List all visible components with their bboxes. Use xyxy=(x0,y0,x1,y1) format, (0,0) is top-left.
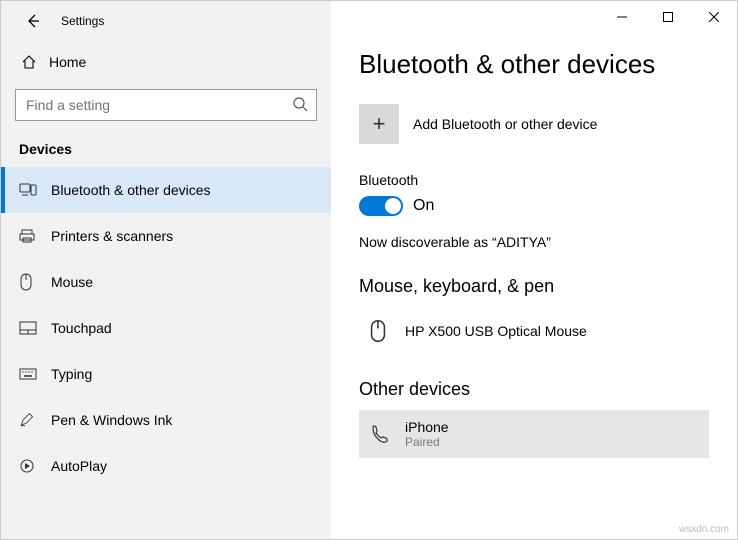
maximize-icon xyxy=(663,12,673,22)
discoverable-text: Now discoverable as “ADITYA” xyxy=(359,234,709,250)
sidebar-item-printers[interactable]: Printers & scanners xyxy=(1,213,331,259)
home-label: Home xyxy=(49,54,86,70)
search-icon xyxy=(291,95,309,113)
device-name: iPhone xyxy=(405,419,449,435)
search-input[interactable] xyxy=(15,89,317,121)
titlebar: Settings xyxy=(1,1,331,41)
content-pane: Bluetooth & other devices + Add Bluetoot… xyxy=(331,1,737,539)
add-device-label: Add Bluetooth or other device xyxy=(413,116,597,132)
toggle-state-label: On xyxy=(413,197,434,215)
sidebar: Settings Home Devices Bluetooth & other … xyxy=(1,1,331,539)
sidebar-item-autoplay[interactable]: AutoPlay xyxy=(1,443,331,489)
phone-icon xyxy=(369,423,405,445)
arrow-left-icon xyxy=(25,13,41,29)
maximize-button[interactable] xyxy=(645,1,691,33)
close-icon xyxy=(709,12,719,22)
minimize-icon xyxy=(617,12,627,22)
printer-icon xyxy=(19,228,51,244)
devices-icon xyxy=(19,183,51,197)
bluetooth-label: Bluetooth xyxy=(359,172,709,188)
back-button[interactable] xyxy=(17,13,49,29)
autoplay-icon xyxy=(19,458,51,474)
other-section-title: Other devices xyxy=(359,379,709,400)
sidebar-section-title: Devices xyxy=(1,133,331,167)
sidebar-item-bluetooth[interactable]: Bluetooth & other devices xyxy=(1,167,331,213)
device-row-mouse[interactable]: HP X500 USB Optical Mouse xyxy=(359,307,709,355)
window-title: Settings xyxy=(49,14,104,28)
touchpad-icon xyxy=(19,321,51,335)
device-status: Paired xyxy=(405,435,449,449)
home-nav[interactable]: Home xyxy=(1,41,331,83)
sidebar-item-label: AutoPlay xyxy=(51,458,107,474)
watermark: wsxdn.com xyxy=(679,524,729,535)
bluetooth-toggle-row: On xyxy=(359,196,709,216)
bluetooth-toggle[interactable] xyxy=(359,196,403,216)
window-controls xyxy=(599,1,737,33)
mouse-icon xyxy=(19,273,51,291)
sidebar-item-label: Printers & scanners xyxy=(51,228,173,244)
sidebar-item-label: Bluetooth & other devices xyxy=(51,182,211,198)
mouse-icon xyxy=(369,319,405,343)
sidebar-item-label: Pen & Windows Ink xyxy=(51,412,172,428)
device-row-iphone[interactable]: iPhone Paired xyxy=(359,410,709,458)
settings-window: Settings Home Devices Bluetooth & other … xyxy=(0,0,738,540)
minimize-button[interactable] xyxy=(599,1,645,33)
sidebar-item-label: Typing xyxy=(51,366,92,382)
sidebar-item-label: Mouse xyxy=(51,274,93,290)
plus-icon: + xyxy=(359,104,399,144)
page-title: Bluetooth & other devices xyxy=(359,49,709,80)
sidebar-item-pen[interactable]: Pen & Windows Ink xyxy=(1,397,331,443)
device-name: HP X500 USB Optical Mouse xyxy=(405,323,587,339)
close-button[interactable] xyxy=(691,1,737,33)
add-device-button[interactable]: + Add Bluetooth or other device xyxy=(359,104,709,144)
sidebar-item-touchpad[interactable]: Touchpad xyxy=(1,305,331,351)
sidebar-item-mouse[interactable]: Mouse xyxy=(1,259,331,305)
search-box[interactable] xyxy=(15,89,317,121)
pen-icon xyxy=(19,412,51,428)
home-icon xyxy=(21,54,49,70)
sidebar-nav: Bluetooth & other devices Printers & sca… xyxy=(1,167,331,489)
sidebar-item-typing[interactable]: Typing xyxy=(1,351,331,397)
keyboard-icon xyxy=(19,368,51,380)
sidebar-item-label: Touchpad xyxy=(51,320,112,336)
mouse-section-title: Mouse, keyboard, & pen xyxy=(359,276,709,297)
